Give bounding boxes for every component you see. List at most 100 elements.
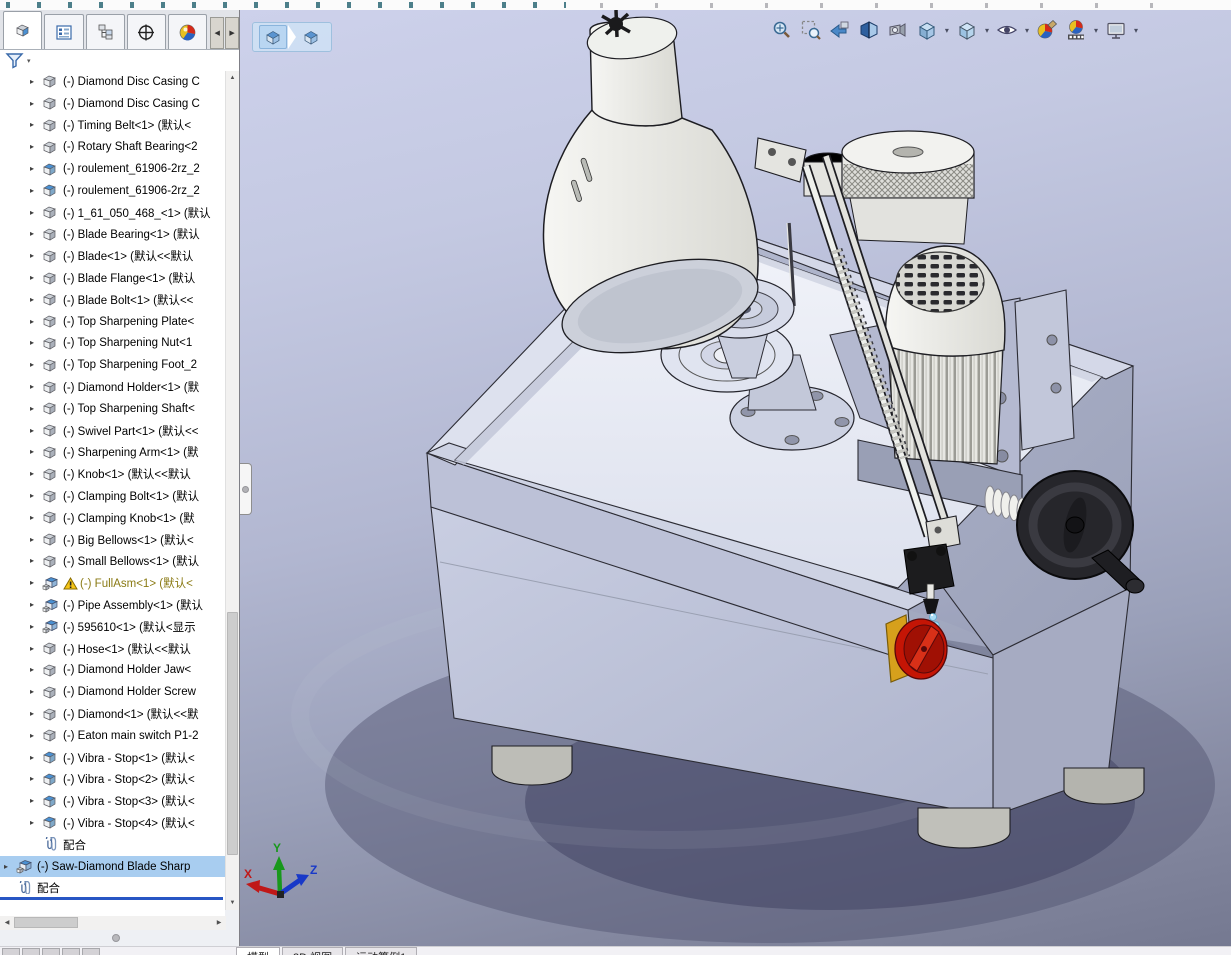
horizontal-scroll-thumb[interactable] [14,917,78,928]
expand-arrow-icon[interactable]: ▸ [30,404,42,413]
expand-arrow-icon[interactable]: ▸ [30,688,42,696]
panel-collapse-tab[interactable] [240,463,252,515]
window-buttons[interactable] [2,948,100,955]
expand-arrow-icon[interactable]: ▸ [30,230,42,238]
document-tab[interactable]: 运动算例1 [345,947,418,955]
scroll-left-button[interactable]: ◀ [0,916,14,929]
expand-arrow-icon[interactable]: ▸ [30,644,42,653]
expand-arrow-icon[interactable]: ▸ [30,753,42,762]
expand-arrow-icon[interactable]: ▸ [30,383,42,391]
tab-featuremanager-design-tree[interactable] [3,11,43,49]
tab-configurationmanager[interactable] [85,14,125,49]
zoom-to-area-button[interactable] [799,18,823,42]
expand-arrow-icon[interactable]: ▸ [30,775,42,783]
breadcrumb-assembly[interactable] [259,25,287,49]
scroll-up-button[interactable]: ▲ [226,71,239,85]
expand-arrow-icon[interactable]: ▸ [4,862,16,871]
expand-arrow-icon[interactable]: ▸ [30,448,42,456]
hide-show-items-button[interactable] [995,18,1019,42]
window-button[interactable] [22,948,40,955]
tree-item[interactable]: ▸ [0,703,225,725]
tree-item[interactable]: ▸ [0,311,225,333]
tree-item[interactable]: ▸ [0,71,225,93]
tree-item[interactable]: ▸ [0,136,225,158]
expand-arrow-icon[interactable]: ▸ [30,274,42,282]
expand-arrow-icon[interactable]: ▸ [30,77,42,86]
tree-item[interactable]: ▸ [0,769,225,791]
tree-item[interactable]: ▸ [0,463,225,485]
expand-arrow-icon[interactable]: ▸ [30,208,42,217]
expand-arrow-icon[interactable]: ▸ [30,622,42,631]
tree-item[interactable]: ▸ [0,115,225,137]
tab-scroll-left-button[interactable]: ◀ [210,17,225,49]
expand-arrow-icon[interactable]: ▸ [30,731,42,740]
tree-item[interactable]: ▸ [0,180,225,202]
tree-item[interactable]: ▸ [0,485,225,507]
tree-horizontal-scrollbar[interactable]: ◀ ▶ [0,916,226,930]
expand-arrow-icon[interactable]: ▸ [30,557,42,565]
expand-arrow-icon[interactable]: ▸ [30,252,42,260]
breadcrumb-component[interactable] [297,25,325,49]
tree-item[interactable]: ▸ [0,93,225,115]
expand-arrow-icon[interactable]: ▸ [30,579,42,587]
tree-item[interactable]: ▸ [0,442,225,464]
vertical-scroll-thumb[interactable] [227,612,238,855]
display-style-button[interactable] [955,18,979,42]
view-settings-caret[interactable]: ▾ [1134,26,1138,35]
tree-item[interactable]: ▸ [0,790,225,812]
tree-item[interactable]: ▸ [0,572,225,594]
tab-dimxpertmanager[interactable] [126,14,167,49]
expand-arrow-icon[interactable]: ▸ [30,361,42,369]
apply-scene-caret[interactable]: ▾ [1094,26,1098,35]
section-view-button[interactable] [857,18,881,42]
edit-appearance-button[interactable] [1035,18,1059,42]
tree-item[interactable]: ▸ [0,725,225,747]
filter-funnel-icon[interactable] [5,52,25,69]
expand-arrow-icon[interactable]: ▸ [30,797,42,805]
window-button[interactable] [82,948,100,955]
document-tab[interactable]: 3D 视图 [282,947,344,955]
rollback-bar[interactable] [0,897,223,900]
tree-item[interactable]: ▸ [0,354,225,376]
window-button[interactable] [42,948,60,955]
filter-dropdown-caret[interactable]: ▾ [27,57,31,65]
splitter-handle[interactable] [112,934,120,942]
expand-arrow-icon[interactable]: ▸ [30,601,42,609]
tree-item[interactable]: ▸ [0,812,225,834]
tree-item[interactable]: ▸ [0,158,225,180]
expand-arrow-icon[interactable]: ▸ [30,426,42,435]
tree-item[interactable]: ▸ [0,551,225,573]
expand-arrow-icon[interactable]: ▸ [30,470,42,478]
tree-item[interactable]: ▸ [0,333,225,355]
tree-item[interactable]: ▸ [0,267,225,289]
tree-item[interactable]: ▸ [0,855,225,878]
tree-item[interactable]: ▸ [0,834,225,856]
expand-arrow-icon[interactable]: ▸ [30,165,42,173]
tab-displaymanager[interactable] [168,14,208,49]
expand-arrow-icon[interactable]: ▸ [30,339,42,347]
tab-scroll-right-button[interactable]: ▶ [225,17,239,49]
expand-arrow-icon[interactable]: ▸ [30,143,42,151]
view-orientation-caret[interactable]: ▾ [945,26,949,35]
tree-item[interactable]: ▸ [0,202,225,224]
expand-arrow-icon[interactable]: ▸ [30,186,42,195]
tree-item[interactable]: ▸ [0,289,225,311]
tree-item[interactable]: ▸ [0,376,225,398]
scroll-right-button[interactable]: ▶ [212,916,226,929]
view-settings-button[interactable] [1104,18,1128,42]
scroll-down-button[interactable]: ▼ [226,896,239,910]
expand-arrow-icon[interactable]: ▸ [30,492,42,500]
document-tab[interactable]: 模型 [236,947,280,955]
previous-view-button[interactable] [828,18,852,42]
tab-propertymanager[interactable] [44,14,84,49]
expand-arrow-icon[interactable]: ▸ [30,295,42,304]
view-orientation-button[interactable] [915,18,939,42]
tree-item[interactable]: ▸ [0,638,225,660]
display-style-caret[interactable]: ▾ [985,26,989,35]
expand-arrow-icon[interactable]: ▸ [30,710,42,718]
apply-scene-button[interactable] [1064,18,1088,42]
tree-item[interactable]: ▸ [0,245,225,267]
window-button[interactable] [2,948,20,955]
tree-item[interactable]: ▸ [0,747,225,769]
expand-arrow-icon[interactable]: ▸ [30,99,42,108]
